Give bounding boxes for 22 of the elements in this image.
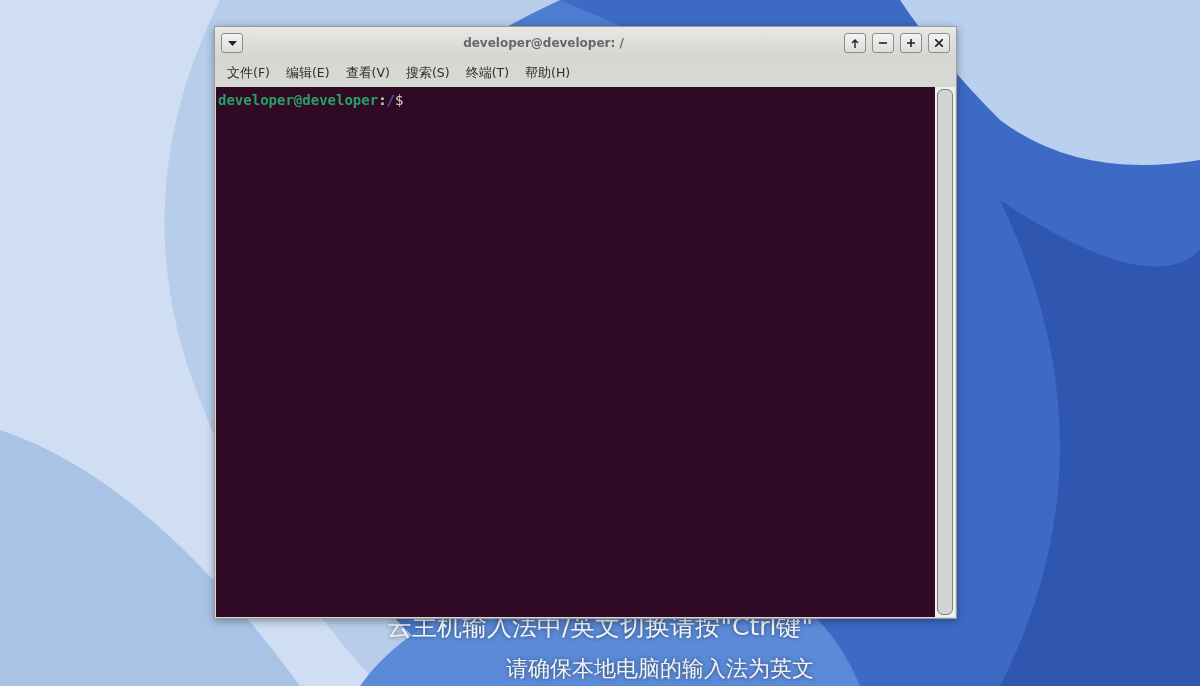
menu-item[interactable]: 查看(V) xyxy=(337,64,398,82)
menu-item[interactable]: 搜索(S) xyxy=(397,64,458,82)
close-icon xyxy=(935,39,943,47)
prompt-separator: : xyxy=(378,92,387,108)
minimize-button[interactable] xyxy=(872,33,894,53)
menu-item[interactable]: 编辑(E) xyxy=(277,64,338,82)
minimize-icon xyxy=(879,42,887,44)
hint-text: 请确保本地电脑的输入法为英文 xyxy=(506,656,814,682)
plus-icon xyxy=(907,39,915,47)
window-menu-button[interactable] xyxy=(221,33,243,53)
menu-item[interactable]: 终端(T) xyxy=(457,64,517,82)
up-arrow-icon xyxy=(851,38,859,48)
caret-icon xyxy=(227,40,237,46)
prompt-symbol: $ xyxy=(395,92,404,108)
menu-item[interactable]: 文件(F) xyxy=(219,64,278,82)
window-title: developer@developer: / xyxy=(462,36,625,50)
shade-button[interactable] xyxy=(844,33,866,53)
prompt-user-host: developer@developer xyxy=(218,92,379,108)
prompt-path: / xyxy=(386,92,396,108)
maximize-button[interactable] xyxy=(900,33,922,53)
menu-item[interactable]: 帮助(H) xyxy=(517,64,579,82)
close-button[interactable] xyxy=(928,33,950,53)
